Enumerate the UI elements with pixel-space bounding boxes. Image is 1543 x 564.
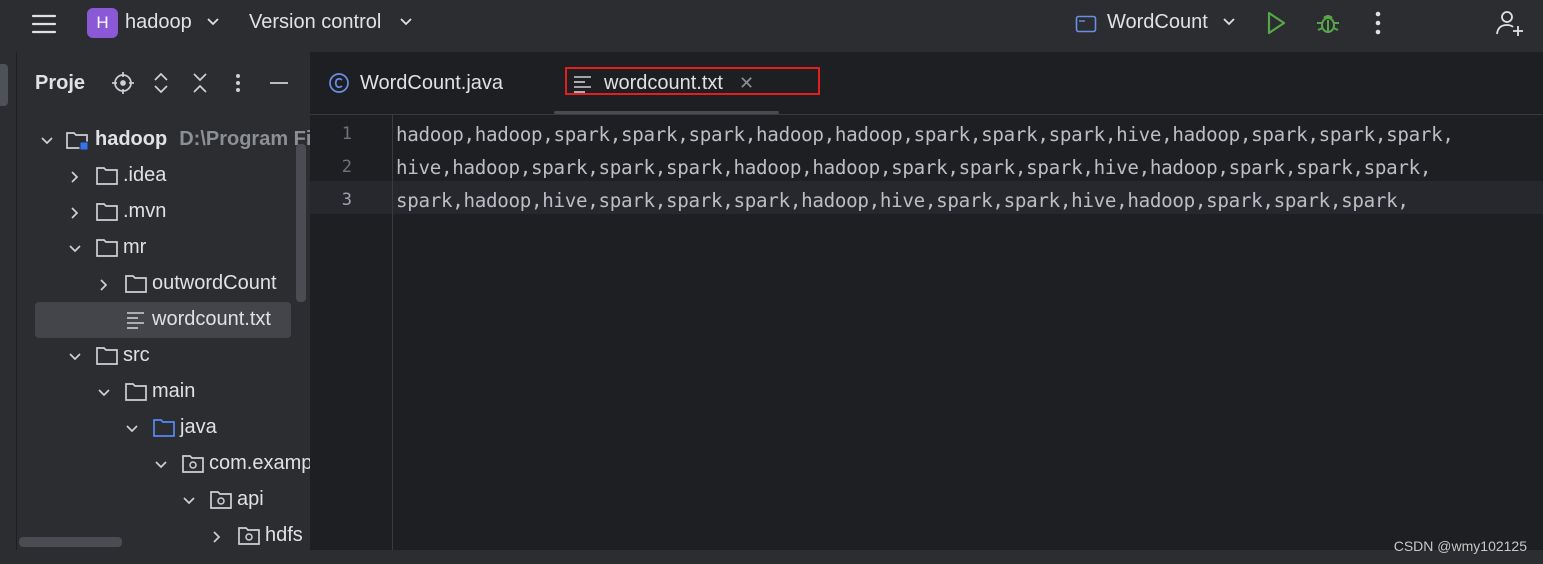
chevron-down-icon[interactable] <box>124 420 140 436</box>
tree-item-label: .mvn <box>123 200 167 222</box>
status-bar <box>0 550 1543 564</box>
tree-item-label: main <box>152 380 196 402</box>
chevron-down-icon[interactable] <box>153 456 169 472</box>
chevron-down-icon[interactable] <box>67 240 83 256</box>
chevron-down-icon[interactable] <box>1221 14 1237 30</box>
chevron-right-icon[interactable] <box>67 204 83 220</box>
code-line[interactable]: hive,hadoop,spark,spark,spark,hadoop,had… <box>396 151 1431 184</box>
run-configuration-icon <box>1075 14 1097 34</box>
tree-item-package-hdfs[interactable]: hdfs <box>17 518 310 554</box>
code-line[interactable]: hadoop,hadoop,spark,spark,spark,hadoop,h… <box>396 118 1454 151</box>
tree-item-label: wordcount.txt <box>152 308 271 330</box>
project-panel-title[interactable]: Project <box>35 72 85 95</box>
hide-panel-icon[interactable] <box>268 72 290 99</box>
chevron-down-icon[interactable] <box>205 14 221 30</box>
tree-item-main[interactable]: main <box>17 374 310 410</box>
line-number: 3 <box>341 190 352 210</box>
annotation-highlight-box <box>565 67 820 95</box>
tree-item-label: src <box>123 344 150 366</box>
run-configuration-selector[interactable]: WordCount <box>1107 11 1208 34</box>
line-number-gutter: 1 2 3 <box>310 115 393 550</box>
code-line[interactable]: spark,hadoop,hive,spark,spark,spark,hado… <box>396 184 1409 217</box>
tree-item-label: com.examp <box>209 452 310 474</box>
run-icon[interactable] <box>1264 10 1288 36</box>
main-toolbar: H hadoop Version control WordCount <box>0 0 1543 53</box>
chevron-down-icon[interactable] <box>181 492 197 508</box>
chevron-down-icon[interactable] <box>67 348 83 364</box>
debug-bug-icon[interactable] <box>1314 9 1342 37</box>
chevron-down-icon[interactable] <box>398 14 414 30</box>
vertical-scrollbar[interactable] <box>296 144 306 302</box>
tree-item-label: api <box>237 488 264 510</box>
tree-item-label: .idea <box>123 164 167 186</box>
chevron-right-icon[interactable] <box>96 276 112 292</box>
java-class-icon <box>328 72 350 94</box>
tree-item-path: D:\Program Fil <box>179 128 310 150</box>
watermark: CSDN @wmy102125 <box>1393 538 1527 554</box>
folder-icon <box>95 201 119 223</box>
tool-window-strip <box>0 52 17 564</box>
tree-item-wordcount-txt[interactable]: wordcount.txt <box>17 302 310 338</box>
source-folder-icon <box>152 417 176 439</box>
tree-item-hadoop[interactable]: hadoop D:\Program Fil <box>17 122 310 158</box>
chevron-right-icon[interactable] <box>209 528 225 544</box>
tree-item-java[interactable]: java <box>17 410 310 446</box>
options-kebab-icon[interactable] <box>232 72 244 99</box>
collapse-all-icon[interactable] <box>191 72 209 99</box>
more-options-icon[interactable] <box>1368 10 1388 36</box>
tree-item-label: hdfs <box>265 524 303 546</box>
folder-icon <box>95 345 119 367</box>
package-icon <box>209 489 233 511</box>
line-number: 1 <box>341 124 352 144</box>
module-folder-icon <box>65 129 89 151</box>
tree-item-package-com-example[interactable]: com.examp <box>17 446 310 482</box>
tree-item-label: hadoop <box>95 128 168 150</box>
expand-all-icon[interactable] <box>152 72 170 99</box>
tree-item-mvn[interactable]: .mvn <box>17 194 310 230</box>
hamburger-menu-icon[interactable] <box>28 10 60 38</box>
chevron-down-icon[interactable] <box>39 132 55 148</box>
chevron-down-icon[interactable] <box>96 384 112 400</box>
tree-item-src[interactable]: src <box>17 338 310 374</box>
line-number: 2 <box>341 157 352 177</box>
text-file-icon <box>124 309 148 331</box>
project-tool-button[interactable] <box>0 64 8 106</box>
horizontal-scrollbar[interactable] <box>19 537 122 547</box>
project-badge[interactable]: H <box>87 8 118 38</box>
project-switcher-label[interactable]: hadoop <box>125 11 192 34</box>
version-control-menu[interactable]: Version control <box>249 11 381 34</box>
tree-item-label: outwordCount <box>152 272 277 294</box>
tree-item-label: mr <box>123 236 147 258</box>
tree-item-label: java <box>180 416 217 438</box>
active-tab-indicator <box>554 111 779 114</box>
tree-item-mr[interactable]: mr <box>17 230 310 266</box>
editor-tab-bar: WordCount.java wordcount.txt ✕ <box>310 52 1543 115</box>
tree-item-package-api[interactable]: api <box>17 482 310 518</box>
add-user-icon[interactable] <box>1495 8 1525 38</box>
folder-icon <box>95 165 119 187</box>
package-icon <box>237 525 261 547</box>
package-icon <box>181 453 205 475</box>
folder-icon <box>124 381 148 403</box>
chevron-right-icon[interactable] <box>67 168 83 184</box>
locate-target-icon[interactable] <box>112 72 134 99</box>
tree-item-idea[interactable]: .idea <box>17 158 310 194</box>
project-panel: Project hadoop D:\Program Fil .idea .mvn <box>17 52 310 564</box>
folder-icon <box>124 273 148 295</box>
editor-area: WordCount.java wordcount.txt ✕ 1 2 3 had… <box>310 52 1543 550</box>
tab-label: WordCount.java <box>360 71 504 94</box>
tree-item-outwordcount[interactable]: outwordCount <box>17 266 310 302</box>
folder-icon <box>95 237 119 259</box>
tab-wordcount-java[interactable]: WordCount.java <box>328 52 503 114</box>
